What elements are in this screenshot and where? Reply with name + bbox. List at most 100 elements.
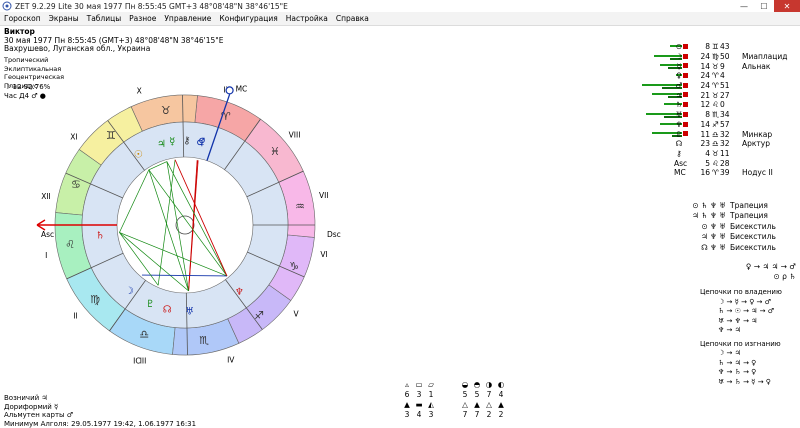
configuration-label: Трапеция: [730, 200, 768, 210]
planet-glyph: ♄: [96, 231, 105, 242]
planet-row[interactable]: MC 16 ♈ 39 Нодус II: [620, 168, 796, 178]
element-value: 7: [474, 410, 480, 419]
sign-segment: [109, 308, 176, 355]
element-value: 5: [474, 390, 480, 399]
element-icon: △: [462, 400, 468, 409]
chains-block: Цепочки по владению ☽ → ☿ → ♀ → ♂ ♄ → ☉ …: [700, 288, 800, 387]
planet-glyph: ☿: [169, 136, 175, 147]
planet-sign: ♉: [712, 148, 719, 158]
configuration-glyphs: ♃ ♆ ♅: [701, 232, 726, 242]
sign-segment: [66, 267, 126, 332]
planet-star: Арктур: [742, 139, 770, 149]
planet-sign: ♊: [712, 42, 719, 52]
planet-minute: 39: [720, 168, 730, 178]
element-icon: ▭: [415, 380, 423, 389]
menu-configuration[interactable]: Конфигурация: [215, 14, 281, 23]
planet-sign: ♎: [712, 139, 719, 149]
planet-glyph: ♃: [157, 139, 166, 150]
element-icon: ▲: [498, 400, 504, 409]
planet-row[interactable]: Asc 5 ♌ 28: [620, 158, 796, 168]
planet-row[interactable]: ☊ 23 ♎ 32 Арктур: [620, 139, 796, 149]
planet-row[interactable]: ♂ 24 ♈ 51: [620, 81, 796, 91]
planet-sign: ♈: [712, 168, 719, 178]
reception-line-2: ⊙ ρ ♄: [773, 272, 796, 281]
house-cusp: [109, 280, 146, 332]
chain-row: ♆ → ♄ → ♀: [718, 368, 757, 376]
sign-glyph: ♊: [106, 129, 116, 142]
sign-segment: [54, 212, 92, 280]
planet-degree: 8: [705, 42, 710, 52]
sign-segment: [78, 106, 143, 166]
mc-label: MC: [236, 84, 248, 93]
doryphory-line: Дориформий ☿: [4, 402, 59, 411]
menu-settings[interactable]: Настройка: [282, 14, 332, 23]
house-cusp: [185, 292, 188, 355]
planet-symbol: ♆: [675, 119, 683, 129]
configuration-row[interactable]: ⊙ ♄ ♆ ♅ Трапеция: [680, 200, 800, 211]
planet-degree: 12: [700, 100, 710, 110]
menu-horoscope[interactable]: Гороскоп: [0, 14, 45, 23]
element-value: 3: [404, 410, 410, 419]
configuration-label: Бисекстиль: [730, 232, 776, 242]
configuration-row[interactable]: ☊ ♆ ♅ Бисекстиль: [680, 242, 800, 253]
maximize-button[interactable]: ☐: [754, 0, 774, 12]
planet-row[interactable]: ☿ 14 ♉ 9 Альнак: [620, 61, 796, 71]
planet-degree: 5: [705, 158, 710, 168]
sign-glyph: ♐: [254, 309, 264, 322]
house-numbers: IIIIII IVVVIVIIVIIIIXXXIXII: [41, 85, 328, 365]
house-cusp: [182, 95, 185, 158]
window-title: ZET 9.2.29 Lite 30 мая 1977 Пн 8:55:45 G…: [15, 1, 288, 11]
planet-symbol: ♄: [675, 100, 683, 110]
menu-help[interactable]: Справка: [332, 14, 373, 23]
planet-row[interactable]: ♄ 12 ♌ 0: [620, 100, 796, 110]
planet-row[interactable]: ♀ 24 ♈ 4: [620, 71, 796, 81]
configuration-row[interactable]: ♃ ♄ ♆ ♅ Трапеция: [680, 211, 800, 222]
house-cusp: [107, 120, 145, 171]
title-bar: ZET 9.2.29 Lite 30 мая 1977 Пн 8:55:45 G…: [0, 0, 800, 12]
sign-segment: [130, 94, 198, 132]
bottom-info: Возничий ♃ Дориформий ☿ Альмутен карты ♂…: [4, 394, 196, 428]
minimize-button[interactable]: —: [734, 0, 754, 12]
house-ring: [55, 95, 315, 355]
configuration-row[interactable]: ♃ ♆ ♅ Бисекстиль: [680, 232, 800, 243]
planet-row[interactable]: ♆ 14 ♐ 57: [620, 120, 796, 130]
element-icon: ◓: [473, 380, 481, 389]
planetary-hour: Час Д4 ♂ ●: [4, 92, 46, 100]
aspect-lines: [119, 159, 228, 292]
reception-line-1: ♀ → ♃ ♃ → ♂: [745, 262, 796, 271]
sign-segment: [55, 149, 102, 216]
planet-minute: 57: [720, 119, 730, 129]
planet-minute: 32: [720, 139, 730, 149]
aspect-line: [188, 160, 199, 291]
menu-control[interactable]: Управление: [160, 14, 215, 23]
menu-screens[interactable]: Экраны: [45, 14, 83, 23]
planet-minute: 9: [720, 61, 725, 71]
close-button[interactable]: ✕: [774, 0, 800, 12]
planet-row[interactable]: ♇ 11 ♎ 32 Минкар: [620, 129, 796, 139]
planet-row[interactable]: ☽ 24 ♍ 50 Миаплацид: [620, 52, 796, 62]
planet-degree: 24: [700, 81, 710, 91]
ic-label: IC: [133, 356, 140, 365]
planet-degree: 16: [700, 168, 710, 178]
inner-circle: [116, 156, 254, 294]
planet-degree: 24: [700, 71, 710, 81]
planet-symbol: ☊: [675, 139, 683, 149]
planet-glyph: ♂: [196, 137, 205, 148]
planet-row[interactable]: ⚷ 4 ♉ 11: [620, 149, 796, 159]
configuration-label: Трапеция: [730, 211, 768, 221]
menu-tables[interactable]: Таблицы: [83, 14, 126, 23]
element-icon: ▲: [474, 400, 480, 409]
planet-row[interactable]: ♅ 8 ♏ 34: [620, 110, 796, 120]
configurations-list: ⊙ ♄ ♆ ♅ Трапеция ♃ ♄ ♆ ♅ Трапеция ⊙ ♆ ♅ Бисек…: [680, 200, 800, 253]
planet-row[interactable]: ⊙ 8 ♊ 43: [620, 42, 796, 52]
planet-minute: 28: [720, 158, 730, 168]
chains-exile-title: Цепочки по изгнанию: [700, 339, 781, 348]
menu-misc[interactable]: Разное: [125, 14, 160, 23]
chain-row: ♆ → ♃: [718, 326, 741, 334]
element-value: 3: [428, 410, 434, 419]
element-value: 5: [462, 390, 468, 399]
planet-row[interactable]: ♃ 21 ♉ 27: [620, 90, 796, 100]
planet-sign: ♈: [712, 71, 719, 81]
chart-axes: Asc Dsc MC IC: [36, 84, 341, 365]
configuration-row[interactable]: ⊙ ♆ ♅ Бисекстиль: [680, 221, 800, 232]
